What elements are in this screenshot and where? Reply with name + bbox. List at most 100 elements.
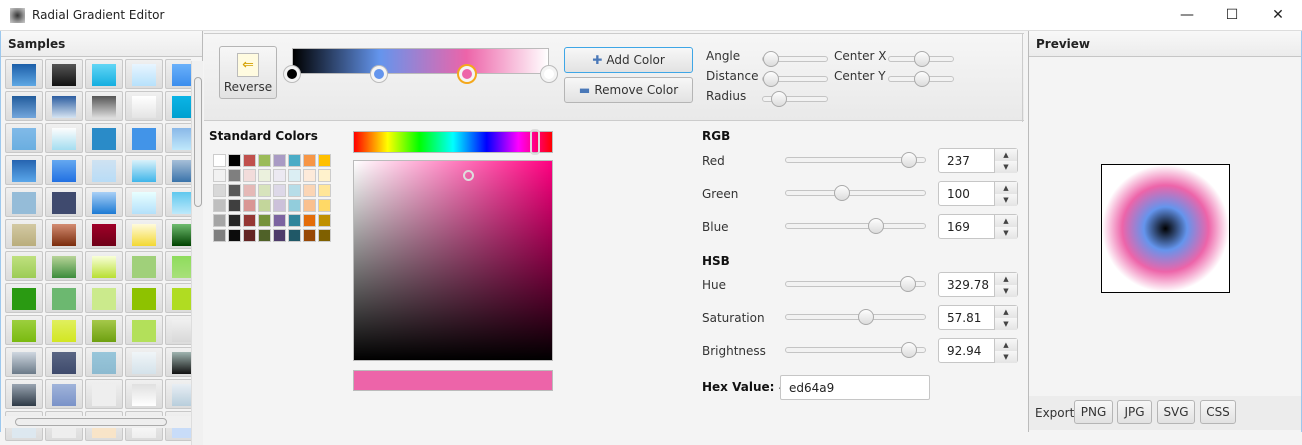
- sample-swatch[interactable]: [45, 219, 83, 249]
- standard-color-swatch[interactable]: [258, 169, 271, 182]
- gradient-stop-handle[interactable]: [458, 66, 475, 82]
- sample-swatch[interactable]: [5, 123, 43, 153]
- sample-swatch[interactable]: [45, 379, 83, 409]
- sample-swatch[interactable]: [45, 91, 83, 121]
- gradient-slider[interactable]: [888, 51, 954, 67]
- hex-input[interactable]: ed64a9: [780, 375, 930, 400]
- standard-color-swatch[interactable]: [318, 214, 331, 227]
- scroll-thumb[interactable]: [194, 77, 202, 207]
- slider-thumb[interactable]: [763, 71, 779, 87]
- add-color-button[interactable]: ✚ Add Color: [564, 47, 693, 73]
- decrement-button[interactable]: ▼: [994, 194, 1017, 206]
- value-spinner[interactable]: 92.94 ▲ ▼: [938, 338, 1018, 363]
- standard-color-swatch[interactable]: [273, 229, 286, 242]
- standard-color-swatch[interactable]: [303, 214, 316, 227]
- standard-color-swatch[interactable]: [303, 184, 316, 197]
- saturation-brightness-area[interactable]: [353, 160, 553, 361]
- hue-bar[interactable]: [353, 129, 553, 155]
- sample-swatch[interactable]: [85, 251, 123, 281]
- export-svg-button[interactable]: SVG: [1157, 400, 1195, 424]
- close-button[interactable]: ✕: [1255, 0, 1301, 30]
- decrement-button[interactable]: ▼: [994, 227, 1017, 239]
- standard-color-swatch[interactable]: [288, 169, 301, 182]
- standard-color-swatch[interactable]: [228, 199, 241, 212]
- sample-swatch[interactable]: [45, 123, 83, 153]
- standard-color-swatch[interactable]: [228, 154, 241, 167]
- sample-swatch[interactable]: [85, 187, 123, 217]
- sample-swatch[interactable]: [85, 347, 123, 377]
- standard-color-swatch[interactable]: [213, 199, 226, 212]
- increment-button[interactable]: ▲: [994, 339, 1017, 351]
- increment-button[interactable]: ▲: [994, 306, 1017, 318]
- sample-swatch[interactable]: [45, 59, 83, 89]
- sample-swatch[interactable]: [125, 347, 163, 377]
- standard-color-swatch[interactable]: [243, 184, 256, 197]
- decrement-button[interactable]: ▼: [994, 351, 1017, 363]
- gradient-stop-handle[interactable]: [371, 66, 388, 82]
- standard-color-swatch[interactable]: [303, 229, 316, 242]
- slider-thumb[interactable]: [899, 276, 916, 292]
- slider-thumb[interactable]: [834, 185, 851, 201]
- standard-color-swatch[interactable]: [288, 154, 301, 167]
- standard-color-swatch[interactable]: [228, 169, 241, 182]
- decrement-button[interactable]: ▼: [994, 161, 1017, 173]
- scroll-thumb[interactable]: [15, 418, 167, 426]
- increment-button[interactable]: ▲: [994, 149, 1017, 161]
- sample-swatch[interactable]: [5, 59, 43, 89]
- standard-color-swatch[interactable]: [258, 184, 271, 197]
- standard-color-swatch[interactable]: [273, 184, 286, 197]
- value-slider[interactable]: [785, 185, 926, 201]
- standard-color-swatch[interactable]: [273, 169, 286, 182]
- decrement-button[interactable]: ▼: [994, 285, 1017, 297]
- horizontal-scrollbar[interactable]: [3, 416, 191, 428]
- gradient-stop-handle[interactable]: [284, 66, 300, 82]
- sample-swatch[interactable]: [165, 347, 191, 377]
- sample-swatch[interactable]: [5, 219, 43, 249]
- sample-swatch[interactable]: [45, 283, 83, 313]
- decrement-button[interactable]: ▼: [994, 318, 1017, 330]
- standard-color-swatch[interactable]: [288, 199, 301, 212]
- sample-swatch[interactable]: [125, 155, 163, 185]
- gradient-bar[interactable]: [292, 48, 549, 74]
- standard-color-swatch[interactable]: [258, 154, 271, 167]
- value-spinner[interactable]: 57.81 ▲ ▼: [938, 305, 1018, 330]
- sample-swatch[interactable]: [165, 315, 191, 345]
- standard-color-swatch[interactable]: [303, 154, 316, 167]
- value-slider[interactable]: [785, 152, 926, 168]
- increment-button[interactable]: ▲: [994, 273, 1017, 285]
- sample-swatch[interactable]: [125, 91, 163, 121]
- sample-swatch[interactable]: [125, 59, 163, 89]
- standard-color-swatch[interactable]: [213, 184, 226, 197]
- slider-thumb[interactable]: [857, 309, 874, 325]
- value-spinner[interactable]: 169 ▲ ▼: [938, 214, 1018, 239]
- sample-swatch[interactable]: [85, 219, 123, 249]
- sample-swatch[interactable]: [125, 379, 163, 409]
- sample-swatch[interactable]: [45, 251, 83, 281]
- increment-button[interactable]: ▲: [994, 215, 1017, 227]
- sample-swatch[interactable]: [125, 251, 163, 281]
- gradient-slider[interactable]: [762, 71, 828, 87]
- sample-swatch[interactable]: [165, 59, 191, 89]
- sample-swatch[interactable]: [125, 283, 163, 313]
- gradient-slider[interactable]: [762, 51, 828, 67]
- sample-swatch[interactable]: [85, 123, 123, 153]
- value-spinner[interactable]: 237 ▲ ▼: [938, 148, 1018, 173]
- color-indicator[interactable]: [463, 170, 475, 182]
- standard-color-swatch[interactable]: [228, 214, 241, 227]
- slider-thumb[interactable]: [901, 152, 918, 168]
- standard-color-swatch[interactable]: [213, 214, 226, 227]
- sample-swatch[interactable]: [165, 251, 191, 281]
- maximize-button[interactable]: ☐: [1209, 0, 1255, 30]
- standard-color-swatch[interactable]: [243, 214, 256, 227]
- standard-color-swatch[interactable]: [303, 169, 316, 182]
- sample-swatch[interactable]: [45, 187, 83, 217]
- standard-color-swatch[interactable]: [213, 229, 226, 242]
- standard-color-swatch[interactable]: [243, 199, 256, 212]
- standard-color-swatch[interactable]: [318, 184, 331, 197]
- standard-color-swatch[interactable]: [243, 169, 256, 182]
- standard-color-swatch[interactable]: [318, 199, 331, 212]
- sample-swatch[interactable]: [5, 283, 43, 313]
- standard-color-swatch[interactable]: [228, 229, 241, 242]
- export-png-button[interactable]: PNG: [1074, 400, 1113, 424]
- value-slider[interactable]: [785, 342, 926, 358]
